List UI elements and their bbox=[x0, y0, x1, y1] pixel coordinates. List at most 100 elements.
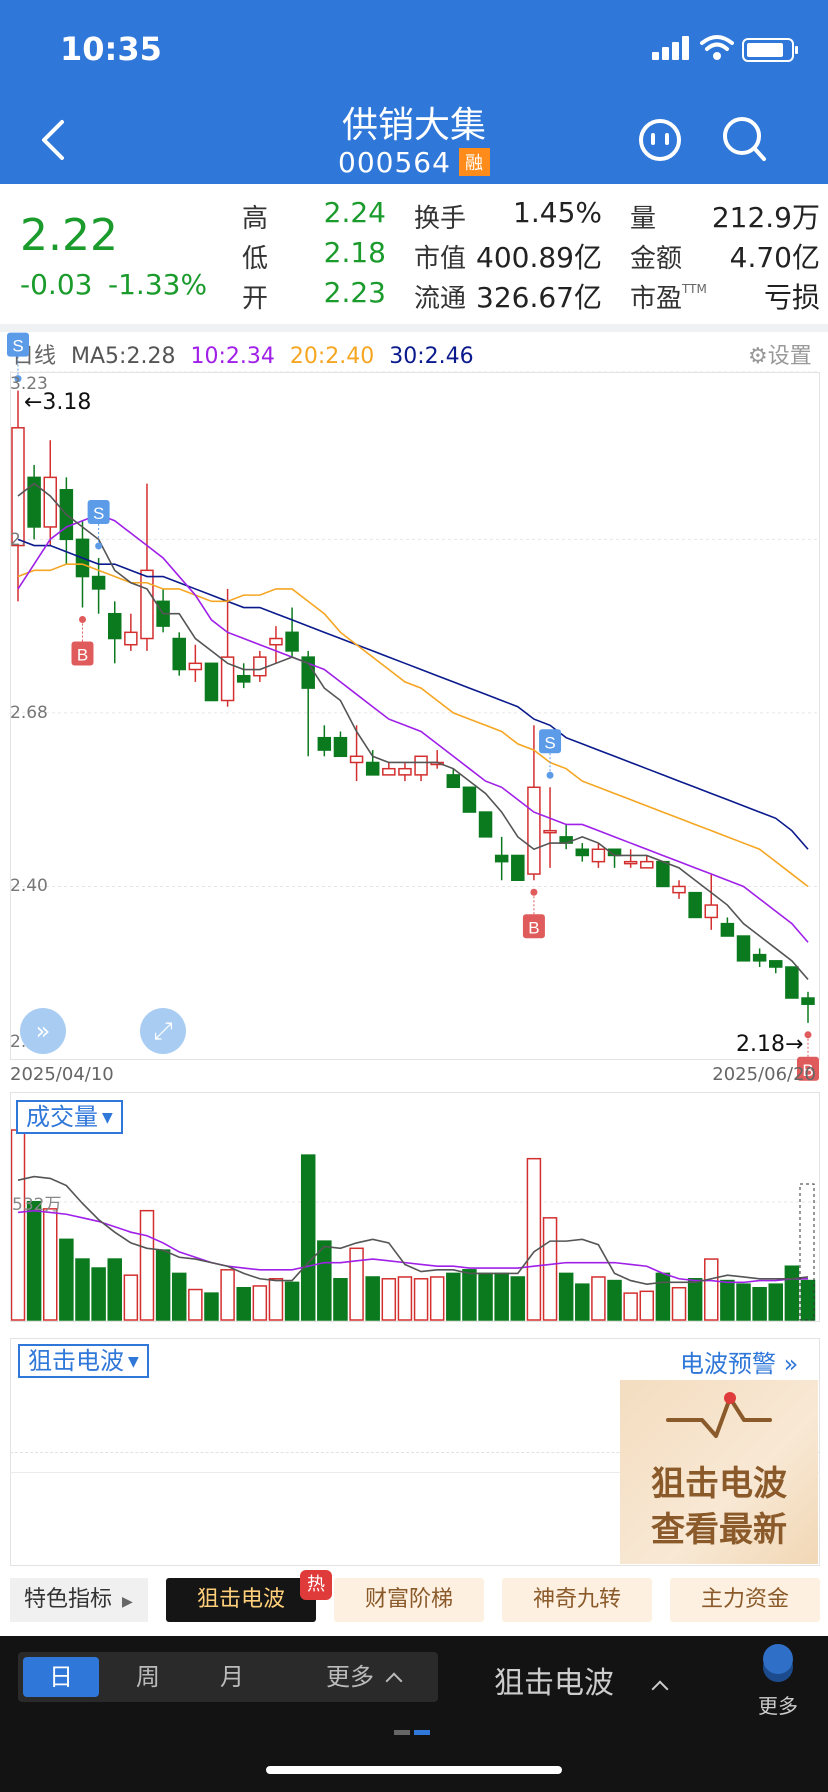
double-chevron-right-icon: » bbox=[776, 1350, 799, 1378]
high-marker: ←3.18 bbox=[24, 390, 92, 415]
volume-y-label: 532万 bbox=[12, 1195, 62, 1215]
candle-body bbox=[640, 860, 654, 869]
wave-indicator-select[interactable]: 狙击电波 ▼ bbox=[18, 1344, 149, 1378]
candle-body bbox=[769, 960, 783, 968]
buy-signal-dot bbox=[530, 888, 538, 896]
end-date: 2025/06/20 bbox=[712, 1064, 816, 1085]
more-label: 更多 bbox=[758, 1694, 798, 1718]
promo-subtitle: 查看最新 bbox=[651, 1510, 787, 1550]
candle-body bbox=[43, 476, 57, 528]
candle-body bbox=[398, 767, 412, 776]
candle-body bbox=[253, 656, 267, 677]
candle-body bbox=[785, 966, 799, 999]
candle-body bbox=[736, 935, 751, 962]
tab-main-funds[interactable]: 主力资金 bbox=[670, 1578, 820, 1622]
tab-magic-nine[interactable]: 神奇九转 bbox=[502, 1578, 652, 1622]
caret-down-icon: ▼ bbox=[128, 1354, 139, 1370]
candle-body bbox=[688, 891, 702, 919]
tab-wealth-ladder[interactable]: 财富阶梯 bbox=[334, 1578, 484, 1622]
fullscreen-button[interactable]: ⤢ bbox=[140, 1008, 186, 1054]
sell-signal-label: S bbox=[12, 337, 23, 356]
candle-body bbox=[704, 904, 719, 919]
ma10-line bbox=[17, 513, 809, 943]
ma20-line bbox=[17, 563, 809, 888]
sell-signal-label: S bbox=[93, 504, 104, 523]
candle-body bbox=[269, 637, 283, 646]
candle-body bbox=[382, 767, 396, 776]
candle-body bbox=[285, 631, 299, 652]
buy-signal-dot bbox=[804, 1031, 812, 1039]
candle-body bbox=[317, 736, 332, 751]
wave-promo-card[interactable]: 狙击电波 查看最新 bbox=[620, 1380, 818, 1564]
candle-body bbox=[172, 637, 186, 671]
y-label-4: 2.40 bbox=[10, 876, 48, 896]
period-week[interactable]: 周 bbox=[110, 1652, 186, 1702]
y-label-3: 2.68 bbox=[10, 703, 48, 723]
candle-body bbox=[478, 811, 493, 838]
heartbeat-icon bbox=[666, 1392, 772, 1438]
candle-body bbox=[801, 997, 815, 1005]
special-indicator-tab[interactable]: 特色指标 ▶ bbox=[10, 1578, 148, 1622]
candle-body bbox=[124, 631, 138, 646]
candle-body bbox=[752, 953, 767, 962]
sell-signal-label: S bbox=[544, 733, 555, 752]
candle-body bbox=[494, 854, 509, 863]
candle-body bbox=[140, 569, 154, 640]
candle-body bbox=[543, 829, 557, 834]
more-avatar-icon bbox=[763, 1644, 793, 1674]
candle-body bbox=[414, 755, 428, 776]
chevron-up-icon bbox=[385, 1672, 403, 1690]
period-month[interactable]: 月 bbox=[194, 1652, 270, 1702]
start-date: 2025/04/10 bbox=[10, 1064, 114, 1085]
y-label-2: 2. bbox=[10, 530, 27, 550]
volume-chart-frame[interactable] bbox=[10, 1092, 820, 1322]
buy-signal-label: B bbox=[77, 646, 88, 665]
more-menu-button[interactable]: 更多 bbox=[756, 1644, 800, 1719]
wave-warning-link[interactable]: 电波预警 » bbox=[680, 1344, 798, 1379]
low-marker: 2.18→ bbox=[736, 1032, 804, 1057]
hot-badge: 热 bbox=[300, 1570, 332, 1600]
candle-body bbox=[672, 885, 686, 894]
candle-body bbox=[575, 848, 590, 857]
caret-down-icon: ▼ bbox=[102, 1110, 113, 1126]
home-indicator bbox=[266, 1766, 562, 1774]
candle-body bbox=[27, 476, 41, 528]
candle-body bbox=[91, 575, 106, 590]
expand-left-button[interactable]: » bbox=[20, 1008, 66, 1054]
candle-body bbox=[591, 848, 606, 863]
buy-signal-dot bbox=[78, 616, 86, 624]
page-dot bbox=[394, 1730, 410, 1735]
ma30-line bbox=[17, 538, 809, 850]
volume-indicator-select[interactable]: 成交量 ▼ bbox=[16, 1100, 123, 1134]
candle-body bbox=[11, 427, 25, 547]
candle-body bbox=[236, 674, 251, 683]
candle-body bbox=[446, 774, 461, 789]
candle-body bbox=[365, 761, 380, 776]
candle-body bbox=[527, 786, 541, 875]
chevron-up-icon bbox=[651, 1680, 669, 1698]
period-switcher: 日 周 月 更多 bbox=[18, 1652, 438, 1702]
candle-body bbox=[720, 922, 735, 937]
candle-body bbox=[204, 662, 219, 702]
sell-signal-dot bbox=[95, 542, 103, 550]
sell-signal-dot bbox=[546, 771, 554, 779]
page-dot-active bbox=[414, 1730, 430, 1735]
candle-body bbox=[462, 786, 477, 813]
candle-body bbox=[107, 612, 122, 640]
promo-title: 狙击电波 bbox=[651, 1464, 787, 1504]
triangle-right-icon: ▶ bbox=[122, 1594, 133, 1610]
indicator-tab-strip: 特色指标 ▶ 狙击电波 财富阶梯 神奇九转 主力资金 bbox=[0, 1578, 828, 1622]
candle-body bbox=[188, 662, 203, 671]
period-day[interactable]: 日 bbox=[23, 1657, 99, 1697]
buy-signal-label: B bbox=[528, 918, 539, 937]
candle-body bbox=[511, 854, 525, 882]
period-more[interactable]: 更多 bbox=[298, 1652, 428, 1702]
tab-sniper-wave[interactable]: 狙击电波 bbox=[166, 1578, 316, 1622]
page-indicator bbox=[394, 1720, 434, 1739]
app-root: 10:35 供销大集 000564 融 2.22 -0.03 -1.33% 高 … bbox=[0, 0, 828, 1792]
candle-body bbox=[623, 860, 638, 865]
candle-body bbox=[333, 736, 348, 758]
indicator-selector[interactable]: 狙击电波 bbox=[494, 1658, 669, 1702]
candle-body bbox=[349, 755, 364, 764]
candle-body bbox=[656, 860, 670, 888]
